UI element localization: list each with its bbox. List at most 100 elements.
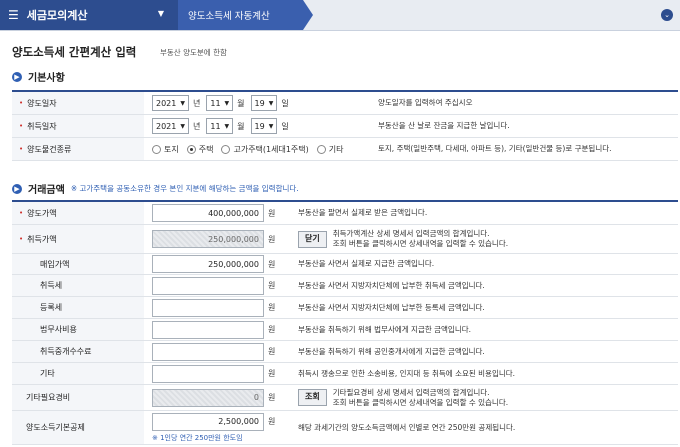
purchase-price-input[interactable]: 250,000,000 (152, 255, 264, 273)
radio-other[interactable]: 기타 (316, 144, 344, 155)
row-label: 취득중개수수료 (12, 341, 144, 362)
required-icon: • (19, 145, 24, 153)
select-value: 11 (210, 98, 221, 108)
section-note: ※ 고가주택을 공동소유한 경우 본인 지분에 해당하는 금액을 입력합니다. (70, 184, 299, 193)
label-text: 기타 (40, 369, 55, 378)
row-description: 부동산을 사면서 실제로 지급한 금액입니다. (298, 259, 435, 269)
broker-fee-input[interactable] (152, 342, 264, 361)
breadcrumb-label: 양도소득세 자동계산 (188, 11, 270, 22)
won-unit: 원 (268, 208, 276, 218)
label-text: 취득일자 (27, 121, 57, 131)
menu-label: 세금모의계산 (26, 9, 88, 22)
required-icon: • (19, 122, 24, 130)
won-unit: 원 (268, 234, 276, 244)
transfer-price-input[interactable]: 400,000,000 (152, 204, 264, 222)
month-select[interactable]: 11 ▼ (206, 118, 234, 134)
input-cell: 0 원 (144, 385, 292, 410)
unit-month: 월 (237, 98, 245, 108)
other-cost-row: 기타 원 취득시 쟁송으로 인한 소송비용, 인지대 등 취득에 소요된 비용입… (12, 363, 678, 385)
radio-land[interactable]: 토지 (152, 144, 179, 155)
radio-luxury-house[interactable]: 고가주택(1세대1주택) (221, 144, 309, 155)
amount-table: • 양도가액 400,000,000 원 부동산을 팔면서 실제로 받은 금액입니… (12, 200, 678, 445)
description-stack: 기타필요경비 상세 명세서 입력금액의 합계입니다. 조회 버튼을 클릭하시면 … (333, 388, 508, 408)
radio-dot[interactable] (152, 144, 161, 154)
row-label: • 양도가액 (12, 202, 144, 224)
breadcrumb-current[interactable]: 양도소득세 자동계산 (178, 0, 313, 30)
won-unit: 원 (268, 281, 276, 290)
close-button[interactable]: 닫기 (298, 230, 327, 248)
row-description: 부동산을 사면서 지방자치단체에 납부한 취득세 금액입니다. (298, 280, 485, 290)
section-title: 거래금액 (28, 185, 65, 196)
label-text: 매입가액 (40, 259, 70, 269)
caret-down-icon[interactable]: ▼ (158, 9, 164, 18)
property-kind-row: • 양도물건종류 토지 주택 고가주택(1세대1주택) 기타 토지, 주택(일반주… (12, 138, 678, 161)
other-cost-input[interactable] (152, 364, 264, 383)
unit-day: 일 (281, 121, 289, 131)
registration-tax-row: 등록세 원 부동산을 사면서 지방자치단체에 납부한 등록세 금액입니다. (12, 297, 678, 319)
won-unit: 원 (268, 347, 276, 356)
select-value: 2021 (156, 121, 177, 131)
menu-dropdown[interactable]: ☰ 세금모의계산 ▼ (0, 0, 178, 30)
acquire-price-input: 250,000,000 (152, 230, 264, 248)
input-cell: 원 (144, 297, 292, 318)
acquire-date-row: • 취득일자 2021 ▼ 년 11 ▼ 월 19 ▼ 일 부동산을 산 날로 잔금을 … (12, 115, 678, 138)
label-text: 양도소득기본공제 (26, 423, 85, 432)
year-select[interactable]: 2021 ▼ (152, 118, 189, 134)
other-expense-input: 0 (152, 388, 264, 407)
unit-day: 일 (281, 98, 289, 108)
row-label: 등록세 (12, 297, 144, 318)
transfer-date-inputs: 2021 ▼ 년 11 ▼ 월 19 ▼ 일 (144, 92, 372, 114)
day-select[interactable]: 19 ▼ (250, 95, 278, 111)
acquisition-tax-input[interactable] (152, 276, 264, 295)
row-description: 부동산을 취득하기 위해 법무사에게 지급한 금액입니다. (298, 324, 472, 334)
radio-dot-checked[interactable] (186, 144, 196, 154)
radio-dot[interactable] (316, 144, 326, 154)
purchase-price-row: 매입가액 250,000,000 원 부동산을 사면서 실제로 지급한 금액입니… (12, 254, 678, 275)
radio-label: 주택 (198, 144, 214, 154)
row-description: 부동산을 산 날로 잔금을 지급한 날입니다. (378, 121, 510, 131)
transfer-price-row: • 양도가액 400,000,000 원 부동산을 팔면서 실제로 받은 금액입니… (12, 202, 678, 225)
input-cell: 250,000,000 원 (144, 225, 292, 253)
month-select[interactable]: 11 ▼ (206, 95, 234, 111)
day-select[interactable]: 19 ▼ (250, 118, 278, 134)
radio-dot[interactable] (221, 144, 231, 154)
label-text: 법무사비용 (40, 325, 77, 334)
basic-deduction-input[interactable]: 2,500,000 (152, 412, 264, 431)
label-text: 기타필요경비 (26, 393, 71, 402)
chevron-down-icon[interactable]: ⌄ (661, 9, 673, 21)
row-description: 부동산을 팔면서 실제로 받은 금액입니다. (298, 208, 428, 218)
registration-tax-input[interactable] (152, 298, 264, 317)
chevron-down-icon: ▼ (268, 122, 274, 130)
lookup-button[interactable]: 조회 (298, 389, 327, 406)
legal-fee-input[interactable] (152, 320, 264, 339)
basic-table: • 양도일자 2021 ▼ 년 11 ▼ 월 19 ▼ 일 양도일자를 입력하여 주십시… (12, 90, 678, 161)
page-title: 양도소득세 간편계산 입력 (12, 45, 137, 59)
other-expense-row: 기타필요경비 0 원 조회 기타필요경비 상세 명세서 입력금액의 합계입니다.… (12, 385, 678, 411)
label-text: 취득중개수수료 (40, 347, 92, 356)
year-select[interactable]: 2021 ▼ (152, 95, 189, 111)
basic-section-heading: ▶ 기본사항 (12, 69, 65, 84)
row-description: 부동산을 사면서 지방자치단체에 납부한 등록세 금액입니다. (298, 302, 485, 312)
page-subtitle: 부동산 양도분에 한함 (160, 48, 227, 57)
unit-year: 년 (192, 98, 201, 108)
row-label: 매입가액 (12, 254, 144, 274)
won-unit: 원 (268, 393, 276, 402)
desc-line: 조회 버튼을 클릭하시면 상세내역을 입력할 수 있습니다. (332, 239, 509, 248)
chevron-down-icon: ▼ (224, 99, 230, 107)
row-label: 기타필요경비 (12, 385, 144, 410)
input-cell: 원 (144, 341, 292, 362)
broker-fee-row: 취득중개수수료 원 부동산을 취득하기 위해 공인중개사에게 지급한 금액입니다… (12, 341, 678, 363)
row-description: 해당 과세기간의 양도소득금액에서 인별로 연간 250만원 공제됩니다. (298, 422, 516, 432)
input-wrap: 2,500,000 원 (152, 412, 275, 431)
row-description: 토지, 주택(일반주택, 다세대, 아파트 등), 기타(일반건물 등)로 구분… (378, 144, 612, 154)
label-text: 양도가액 (27, 208, 57, 218)
desc-line: 조회 버튼을 클릭하시면 상세내역을 입력할 수 있습니다. (332, 397, 509, 407)
desc-line: 기타필요경비 상세 명세서 입력금액의 합계입니다. (332, 387, 490, 397)
radio-house[interactable]: 주택 (186, 144, 214, 155)
row-label: 법무사비용 (12, 319, 144, 340)
acquire-price-row: • 취득가액 250,000,000 원 닫기 취득가액계산 상세 명세서 입력금… (12, 225, 678, 254)
row-description: 닫기 취득가액계산 상세 명세서 입력금액의 합계입니다. 조회 버튼을 클릭하… (292, 225, 678, 253)
hamburger-icon[interactable]: ☰ (8, 8, 19, 22)
input-cell: 400,000,000 원 (144, 202, 292, 224)
